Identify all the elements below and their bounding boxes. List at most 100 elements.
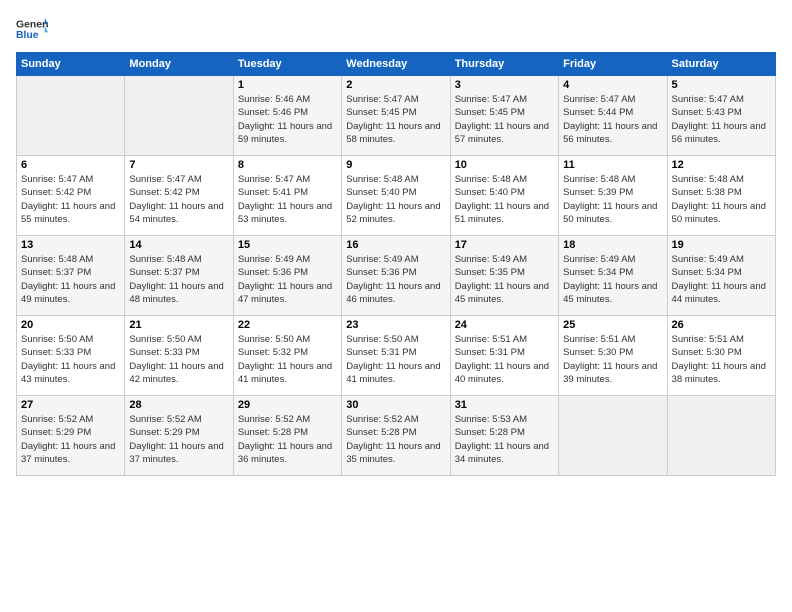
day-info: Sunrise: 5:49 AM Sunset: 5:34 PM Dayligh…: [672, 253, 771, 306]
calendar-cell: 1 Sunrise: 5:46 AM Sunset: 5:46 PM Daylig…: [233, 76, 341, 156]
day-info: Sunrise: 5:51 AM Sunset: 5:31 PM Dayligh…: [455, 333, 554, 386]
calendar-week-1: 1 Sunrise: 5:46 AM Sunset: 5:46 PM Daylig…: [17, 76, 776, 156]
day-number: 22: [238, 319, 337, 331]
day-info: Sunrise: 5:52 AM Sunset: 5:29 PM Dayligh…: [129, 413, 228, 466]
day-info: Sunrise: 5:49 AM Sunset: 5:35 PM Dayligh…: [455, 253, 554, 306]
day-info: Sunrise: 5:50 AM Sunset: 5:31 PM Dayligh…: [346, 333, 445, 386]
calendar-cell: 17 Sunrise: 5:49 AM Sunset: 5:35 PM Dayli…: [450, 236, 558, 316]
day-number: 13: [21, 239, 120, 251]
calendar-cell: 24 Sunrise: 5:51 AM Sunset: 5:31 PM Dayli…: [450, 316, 558, 396]
day-info: Sunrise: 5:51 AM Sunset: 5:30 PM Dayligh…: [672, 333, 771, 386]
day-number: 1: [238, 79, 337, 91]
day-info: Sunrise: 5:48 AM Sunset: 5:40 PM Dayligh…: [455, 173, 554, 226]
day-info: Sunrise: 5:47 AM Sunset: 5:42 PM Dayligh…: [21, 173, 120, 226]
calendar-cell: 11Sunrise: 5:48 AM Sunset: 5:39 PM Dayli…: [559, 156, 667, 236]
calendar-cell: 13 Sunrise: 5:48 AM Sunset: 5:37 PM Dayli…: [17, 236, 125, 316]
day-info: Sunrise: 5:48 AM Sunset: 5:37 PM Dayligh…: [129, 253, 228, 306]
day-info: Sunrise: 5:52 AM Sunset: 5:29 PM Dayligh…: [21, 413, 120, 466]
day-info: Sunrise: 5:52 AM Sunset: 5:28 PM Dayligh…: [238, 413, 337, 466]
calendar-cell: 23 Sunrise: 5:50 AM Sunset: 5:31 PM Dayli…: [342, 316, 450, 396]
day-number: 18: [563, 239, 662, 251]
day-number: 25: [563, 319, 662, 331]
calendar-cell: 27 Sunrise: 5:52 AM Sunset: 5:29 PM Dayli…: [17, 396, 125, 476]
calendar-cell: 6Sunrise: 5:47 AM Sunset: 5:42 PM Daylig…: [17, 156, 125, 236]
calendar-week-2: 6Sunrise: 5:47 AM Sunset: 5:42 PM Daylig…: [17, 156, 776, 236]
days-header-row: SundayMondayTuesdayWednesdayThursdayFrid…: [17, 53, 776, 76]
day-info: Sunrise: 5:48 AM Sunset: 5:39 PM Dayligh…: [563, 173, 662, 226]
day-number: 10: [455, 159, 554, 171]
day-info: Sunrise: 5:49 AM Sunset: 5:36 PM Dayligh…: [238, 253, 337, 306]
day-number: 15: [238, 239, 337, 251]
calendar-week-5: 27 Sunrise: 5:52 AM Sunset: 5:29 PM Dayli…: [17, 396, 776, 476]
day-number: 19: [672, 239, 771, 251]
calendar-cell: 28 Sunrise: 5:52 AM Sunset: 5:29 PM Dayli…: [125, 396, 233, 476]
day-info: Sunrise: 5:50 AM Sunset: 5:32 PM Dayligh…: [238, 333, 337, 386]
calendar-cell: 30Sunrise: 5:52 AM Sunset: 5:28 PM Dayli…: [342, 396, 450, 476]
day-number: 12: [672, 159, 771, 171]
day-number: 28: [129, 399, 228, 411]
day-info: Sunrise: 5:47 AM Sunset: 5:42 PM Dayligh…: [129, 173, 228, 226]
day-info: Sunrise: 5:49 AM Sunset: 5:34 PM Dayligh…: [563, 253, 662, 306]
calendar-cell: [125, 76, 233, 156]
page-header: General Blue: [16, 16, 776, 44]
calendar-cell: 16Sunrise: 5:49 AM Sunset: 5:36 PM Dayli…: [342, 236, 450, 316]
day-number: 9: [346, 159, 445, 171]
day-info: Sunrise: 5:52 AM Sunset: 5:28 PM Dayligh…: [346, 413, 445, 466]
day-info: Sunrise: 5:47 AM Sunset: 5:41 PM Dayligh…: [238, 173, 337, 226]
calendar-cell: [559, 396, 667, 476]
svg-text:Blue: Blue: [16, 30, 39, 41]
day-header-monday: Monday: [125, 53, 233, 76]
day-number: 5: [672, 79, 771, 91]
day-info: Sunrise: 5:51 AM Sunset: 5:30 PM Dayligh…: [563, 333, 662, 386]
day-number: 23: [346, 319, 445, 331]
calendar-cell: 9 Sunrise: 5:48 AM Sunset: 5:40 PM Daylig…: [342, 156, 450, 236]
calendar-cell: 8Sunrise: 5:47 AM Sunset: 5:41 PM Daylig…: [233, 156, 341, 236]
day-number: 24: [455, 319, 554, 331]
calendar-cell: [667, 396, 775, 476]
calendar-week-3: 13 Sunrise: 5:48 AM Sunset: 5:37 PM Dayli…: [17, 236, 776, 316]
day-header-sunday: Sunday: [17, 53, 125, 76]
calendar-cell: 15 Sunrise: 5:49 AM Sunset: 5:36 PM Dayli…: [233, 236, 341, 316]
day-header-friday: Friday: [559, 53, 667, 76]
day-info: Sunrise: 5:47 AM Sunset: 5:45 PM Dayligh…: [346, 93, 445, 146]
day-info: Sunrise: 5:46 AM Sunset: 5:46 PM Dayligh…: [238, 93, 337, 146]
calendar-cell: 29Sunrise: 5:52 AM Sunset: 5:28 PM Dayli…: [233, 396, 341, 476]
day-info: Sunrise: 5:50 AM Sunset: 5:33 PM Dayligh…: [129, 333, 228, 386]
day-info: Sunrise: 5:47 AM Sunset: 5:44 PM Dayligh…: [563, 93, 662, 146]
calendar-cell: 22 Sunrise: 5:50 AM Sunset: 5:32 PM Dayli…: [233, 316, 341, 396]
day-header-tuesday: Tuesday: [233, 53, 341, 76]
calendar-cell: 5 Sunrise: 5:47 AM Sunset: 5:43 PM Daylig…: [667, 76, 775, 156]
calendar-cell: 19 Sunrise: 5:49 AM Sunset: 5:34 PM Dayli…: [667, 236, 775, 316]
day-info: Sunrise: 5:48 AM Sunset: 5:40 PM Dayligh…: [346, 173, 445, 226]
day-info: Sunrise: 5:48 AM Sunset: 5:37 PM Dayligh…: [21, 253, 120, 306]
day-header-saturday: Saturday: [667, 53, 775, 76]
logo: General Blue: [16, 16, 48, 44]
day-number: 16: [346, 239, 445, 251]
day-number: 2: [346, 79, 445, 91]
day-number: 21: [129, 319, 228, 331]
day-number: 27: [21, 399, 120, 411]
calendar-cell: 7 Sunrise: 5:47 AM Sunset: 5:42 PM Daylig…: [125, 156, 233, 236]
calendar-cell: 2 Sunrise: 5:47 AM Sunset: 5:45 PM Daylig…: [342, 76, 450, 156]
day-number: 31: [455, 399, 554, 411]
calendar-cell: 10 Sunrise: 5:48 AM Sunset: 5:40 PM Dayli…: [450, 156, 558, 236]
day-info: Sunrise: 5:53 AM Sunset: 5:28 PM Dayligh…: [455, 413, 554, 466]
day-number: 3: [455, 79, 554, 91]
day-info: Sunrise: 5:47 AM Sunset: 5:43 PM Dayligh…: [672, 93, 771, 146]
day-number: 14: [129, 239, 228, 251]
day-number: 26: [672, 319, 771, 331]
calendar-week-4: 20 Sunrise: 5:50 AM Sunset: 5:33 PM Dayli…: [17, 316, 776, 396]
calendar-cell: 3 Sunrise: 5:47 AM Sunset: 5:45 PM Daylig…: [450, 76, 558, 156]
day-info: Sunrise: 5:48 AM Sunset: 5:38 PM Dayligh…: [672, 173, 771, 226]
calendar-cell: 25 Sunrise: 5:51 AM Sunset: 5:30 PM Dayli…: [559, 316, 667, 396]
day-number: 20: [21, 319, 120, 331]
calendar-body: 1 Sunrise: 5:46 AM Sunset: 5:46 PM Daylig…: [17, 76, 776, 476]
calendar-cell: 31 Sunrise: 5:53 AM Sunset: 5:28 PM Dayli…: [450, 396, 558, 476]
day-info: Sunrise: 5:47 AM Sunset: 5:45 PM Dayligh…: [455, 93, 554, 146]
day-number: 17: [455, 239, 554, 251]
calendar-cell: 4 Sunrise: 5:47 AM Sunset: 5:44 PM Daylig…: [559, 76, 667, 156]
calendar-table: SundayMondayTuesdayWednesdayThursdayFrid…: [16, 52, 776, 476]
logo-icon: General Blue: [16, 16, 48, 44]
day-number: 7: [129, 159, 228, 171]
day-number: 4: [563, 79, 662, 91]
